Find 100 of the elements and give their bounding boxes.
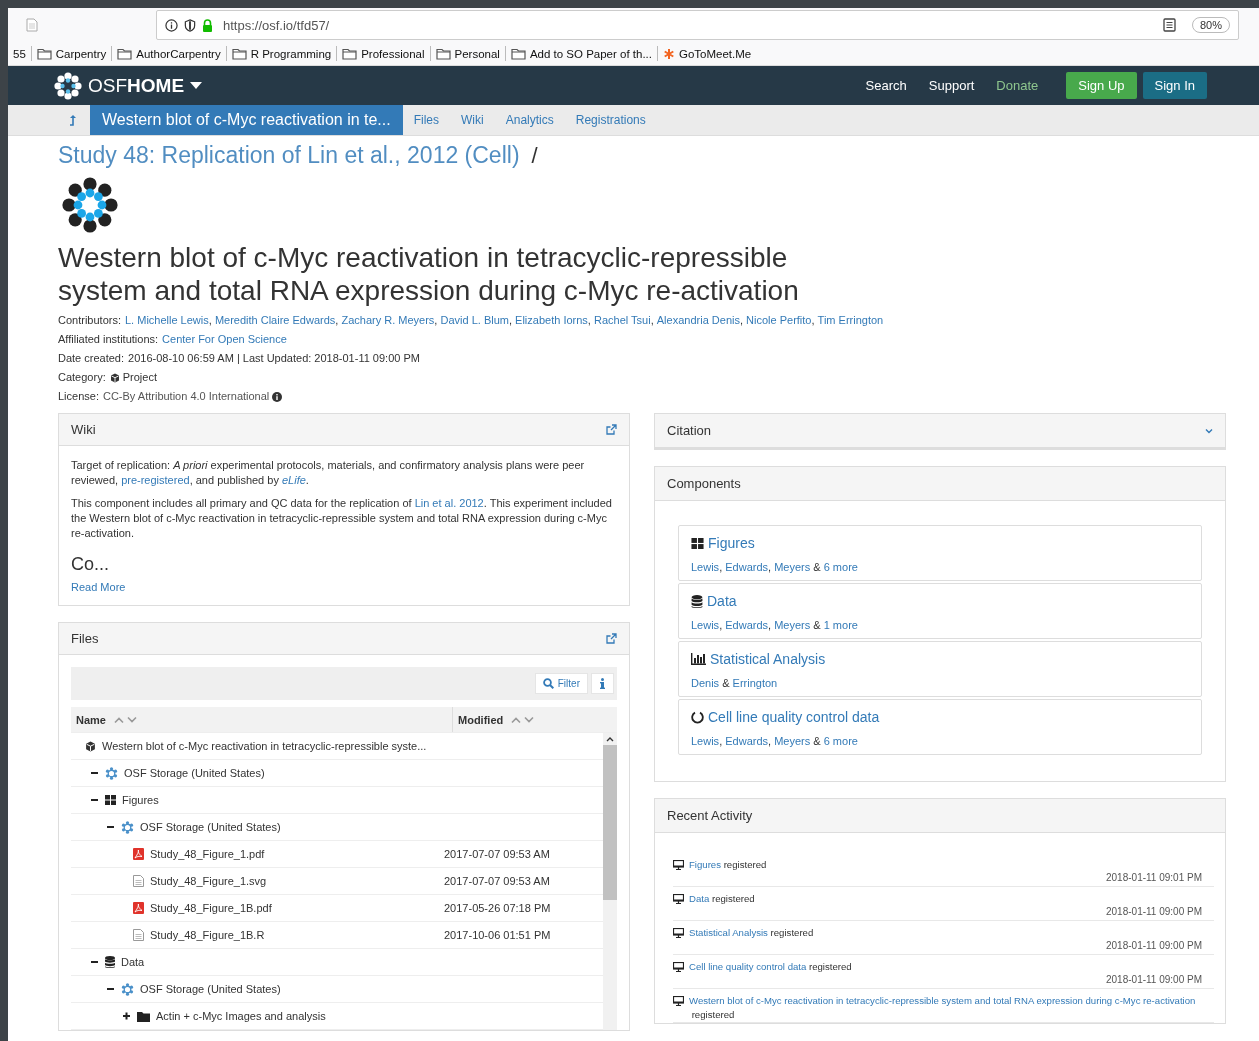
link[interactable]: Meyers xyxy=(774,735,811,747)
info-button[interactable] xyxy=(591,673,614,694)
collapse-icon[interactable] xyxy=(91,796,99,804)
bookmark[interactable]: R Programming xyxy=(226,47,337,60)
bookmark[interactable]: Carpentry xyxy=(31,47,112,60)
read-more-link[interactable]: Read More xyxy=(71,581,126,593)
scrollbar-thumb[interactable] xyxy=(603,745,617,900)
monitor-icon xyxy=(673,928,684,938)
sign-in-button[interactable]: Sign In xyxy=(1142,72,1207,99)
reader-view-icon[interactable] xyxy=(1162,18,1176,32)
external-link-icon[interactable] xyxy=(606,424,617,435)
link[interactable]: Elizabeth Iorns xyxy=(515,311,588,330)
link[interactable]: Meyers xyxy=(774,561,811,573)
external-link-icon[interactable] xyxy=(606,633,617,644)
nav-tab[interactable]: Wiki xyxy=(450,105,495,135)
nav-link[interactable]: Search xyxy=(865,78,907,93)
link[interactable]: eLife xyxy=(282,474,306,486)
activity-time: 2018-01-11 09:00 PM xyxy=(1105,906,1202,919)
link[interactable]: David L. Blum xyxy=(440,311,509,330)
bookmark[interactable]: Personal xyxy=(430,47,505,60)
address-bar[interactable]: https://osf.io/tfd57/ 80% xyxy=(156,10,1239,40)
link[interactable]: Statistical Analysis xyxy=(689,926,768,940)
collapse-icon[interactable] xyxy=(107,823,115,831)
panel-title: Components xyxy=(667,476,741,491)
monitor-icon xyxy=(673,860,684,870)
link[interactable]: Errington xyxy=(732,677,778,689)
parent-project-link[interactable]: Study 48: Replication of Lin et al., 2012 (Cell) xyxy=(58,142,520,169)
link[interactable]: Lin et al. 2012 xyxy=(414,497,484,509)
component-authors: Denis & Errington xyxy=(691,677,779,689)
link[interactable]: 6 more xyxy=(823,561,858,573)
chevron-down-icon[interactable] xyxy=(1205,427,1213,434)
bookmark[interactable]: Professional xyxy=(337,47,430,60)
nav-tab[interactable]: Western blot of c-Myc reactivation in te... xyxy=(90,105,403,135)
pdf-file-icon xyxy=(133,848,144,860)
link[interactable]: 6 more xyxy=(823,735,858,747)
file-name[interactable]: Figures xyxy=(122,794,159,806)
info-icon[interactable] xyxy=(272,391,283,402)
file-name[interactable]: OSF Storage (United States) xyxy=(140,983,281,995)
wiki-heading: Co... xyxy=(71,557,110,572)
activity-time: 2018-01-11 09:00 PM xyxy=(1105,940,1202,953)
osf-home-menu[interactable]: OSFHOME xyxy=(54,71,203,100)
file-name[interactable]: Study_48_Figure_1B.R xyxy=(150,929,265,941)
bookmark[interactable]: AuthorCarpentry xyxy=(112,47,226,60)
panel-header[interactable]: Citation xyxy=(655,414,1225,449)
link[interactable]: Cell line quality control data xyxy=(689,960,807,974)
link[interactable]: 1 more xyxy=(823,619,858,631)
filter-button[interactable]: Filter xyxy=(534,673,588,694)
monitor-icon xyxy=(673,894,684,904)
bookmark[interactable]: 55 xyxy=(8,47,31,60)
scroll-up-icon[interactable] xyxy=(606,736,614,742)
nav-tab[interactable]: Analytics xyxy=(494,105,565,135)
component-link[interactable]: Figures xyxy=(708,535,755,551)
link[interactable]: Western blot of c-Myc reactivation in tetracyclic-repressible system and total RNA expression during c-Myc re- xyxy=(689,994,1155,1008)
link[interactable]: Meyers xyxy=(774,619,811,631)
file-name[interactable]: Study_48_Figure_1.pdf xyxy=(150,848,265,860)
link[interactable]: Rachel Tsui xyxy=(594,311,651,330)
link[interactable]: Alexandria Denis xyxy=(656,311,740,330)
cube-icon xyxy=(85,740,96,752)
bar-chart-icon xyxy=(691,653,706,665)
file-name[interactable]: OSF Storage (United States) xyxy=(124,767,265,779)
modified-date: 2017-07-07 09:53 AM xyxy=(444,848,550,860)
nav-link[interactable]: Donate xyxy=(996,78,1039,93)
collapse-icon[interactable] xyxy=(91,958,99,966)
nav-link[interactable]: Support xyxy=(928,78,975,93)
component-authors: Lewis, Edwards, Meyers & 1 more xyxy=(691,619,859,631)
expand-icon[interactable] xyxy=(123,1012,131,1020)
collapse-icon[interactable] xyxy=(91,769,99,777)
link[interactable]: activation xyxy=(1154,994,1196,1008)
link[interactable]: L. Michelle Lewis xyxy=(125,311,209,330)
link[interactable]: pre-registered xyxy=(121,474,190,486)
nav-tab[interactable]: Registrations xyxy=(564,105,657,135)
file-name[interactable]: OSF Storage (United States) xyxy=(140,821,281,833)
link[interactable]: Denis xyxy=(691,677,720,689)
file-name[interactable]: Actin + c-Myc Images and analysis xyxy=(156,1010,326,1022)
activity-text: Statistical Analysis registered xyxy=(689,926,814,940)
component-link[interactable]: Cell line quality control data xyxy=(708,709,880,725)
component-authors: Lewis, Edwards, Meyers & 6 more xyxy=(691,735,859,747)
file-name[interactable]: Western blot of c-Myc reactivation in tetracyclic-repressible syste... xyxy=(102,740,427,752)
component-link[interactable]: Statistical Analysis xyxy=(710,651,826,667)
sign-up-button[interactable]: Sign Up xyxy=(1066,72,1137,99)
link[interactable]: Figures xyxy=(689,858,721,872)
bookmark[interactable]: GoToMeet.Me xyxy=(658,47,757,60)
component-link[interactable]: Data xyxy=(707,593,737,609)
file-name[interactable]: Study_48_Figure_1.svg xyxy=(150,875,267,887)
file-name[interactable]: Data xyxy=(121,956,145,968)
component-authors: Lewis, Edwards, Meyers & 6 more xyxy=(691,561,859,573)
info-icon xyxy=(600,678,605,689)
scrollbar[interactable] xyxy=(603,733,617,1030)
link[interactable]: Data xyxy=(689,892,710,906)
file-name[interactable]: Study_48_Figure_1B.pdf xyxy=(150,902,272,914)
nav-tab[interactable]: Files xyxy=(402,105,451,135)
link[interactable]: Tim Errington xyxy=(817,311,884,330)
caret-icon xyxy=(190,81,203,90)
panel-title: Files xyxy=(71,631,99,646)
up-level-icon[interactable] xyxy=(68,114,78,126)
collapse-icon[interactable] xyxy=(107,985,115,993)
column-header[interactable]: Name xyxy=(71,707,453,732)
column-header[interactable]: Modified xyxy=(453,707,536,732)
bookmark[interactable]: Add to SO Paper of th... xyxy=(505,47,657,60)
link[interactable]: Center For Open Science xyxy=(162,330,287,349)
